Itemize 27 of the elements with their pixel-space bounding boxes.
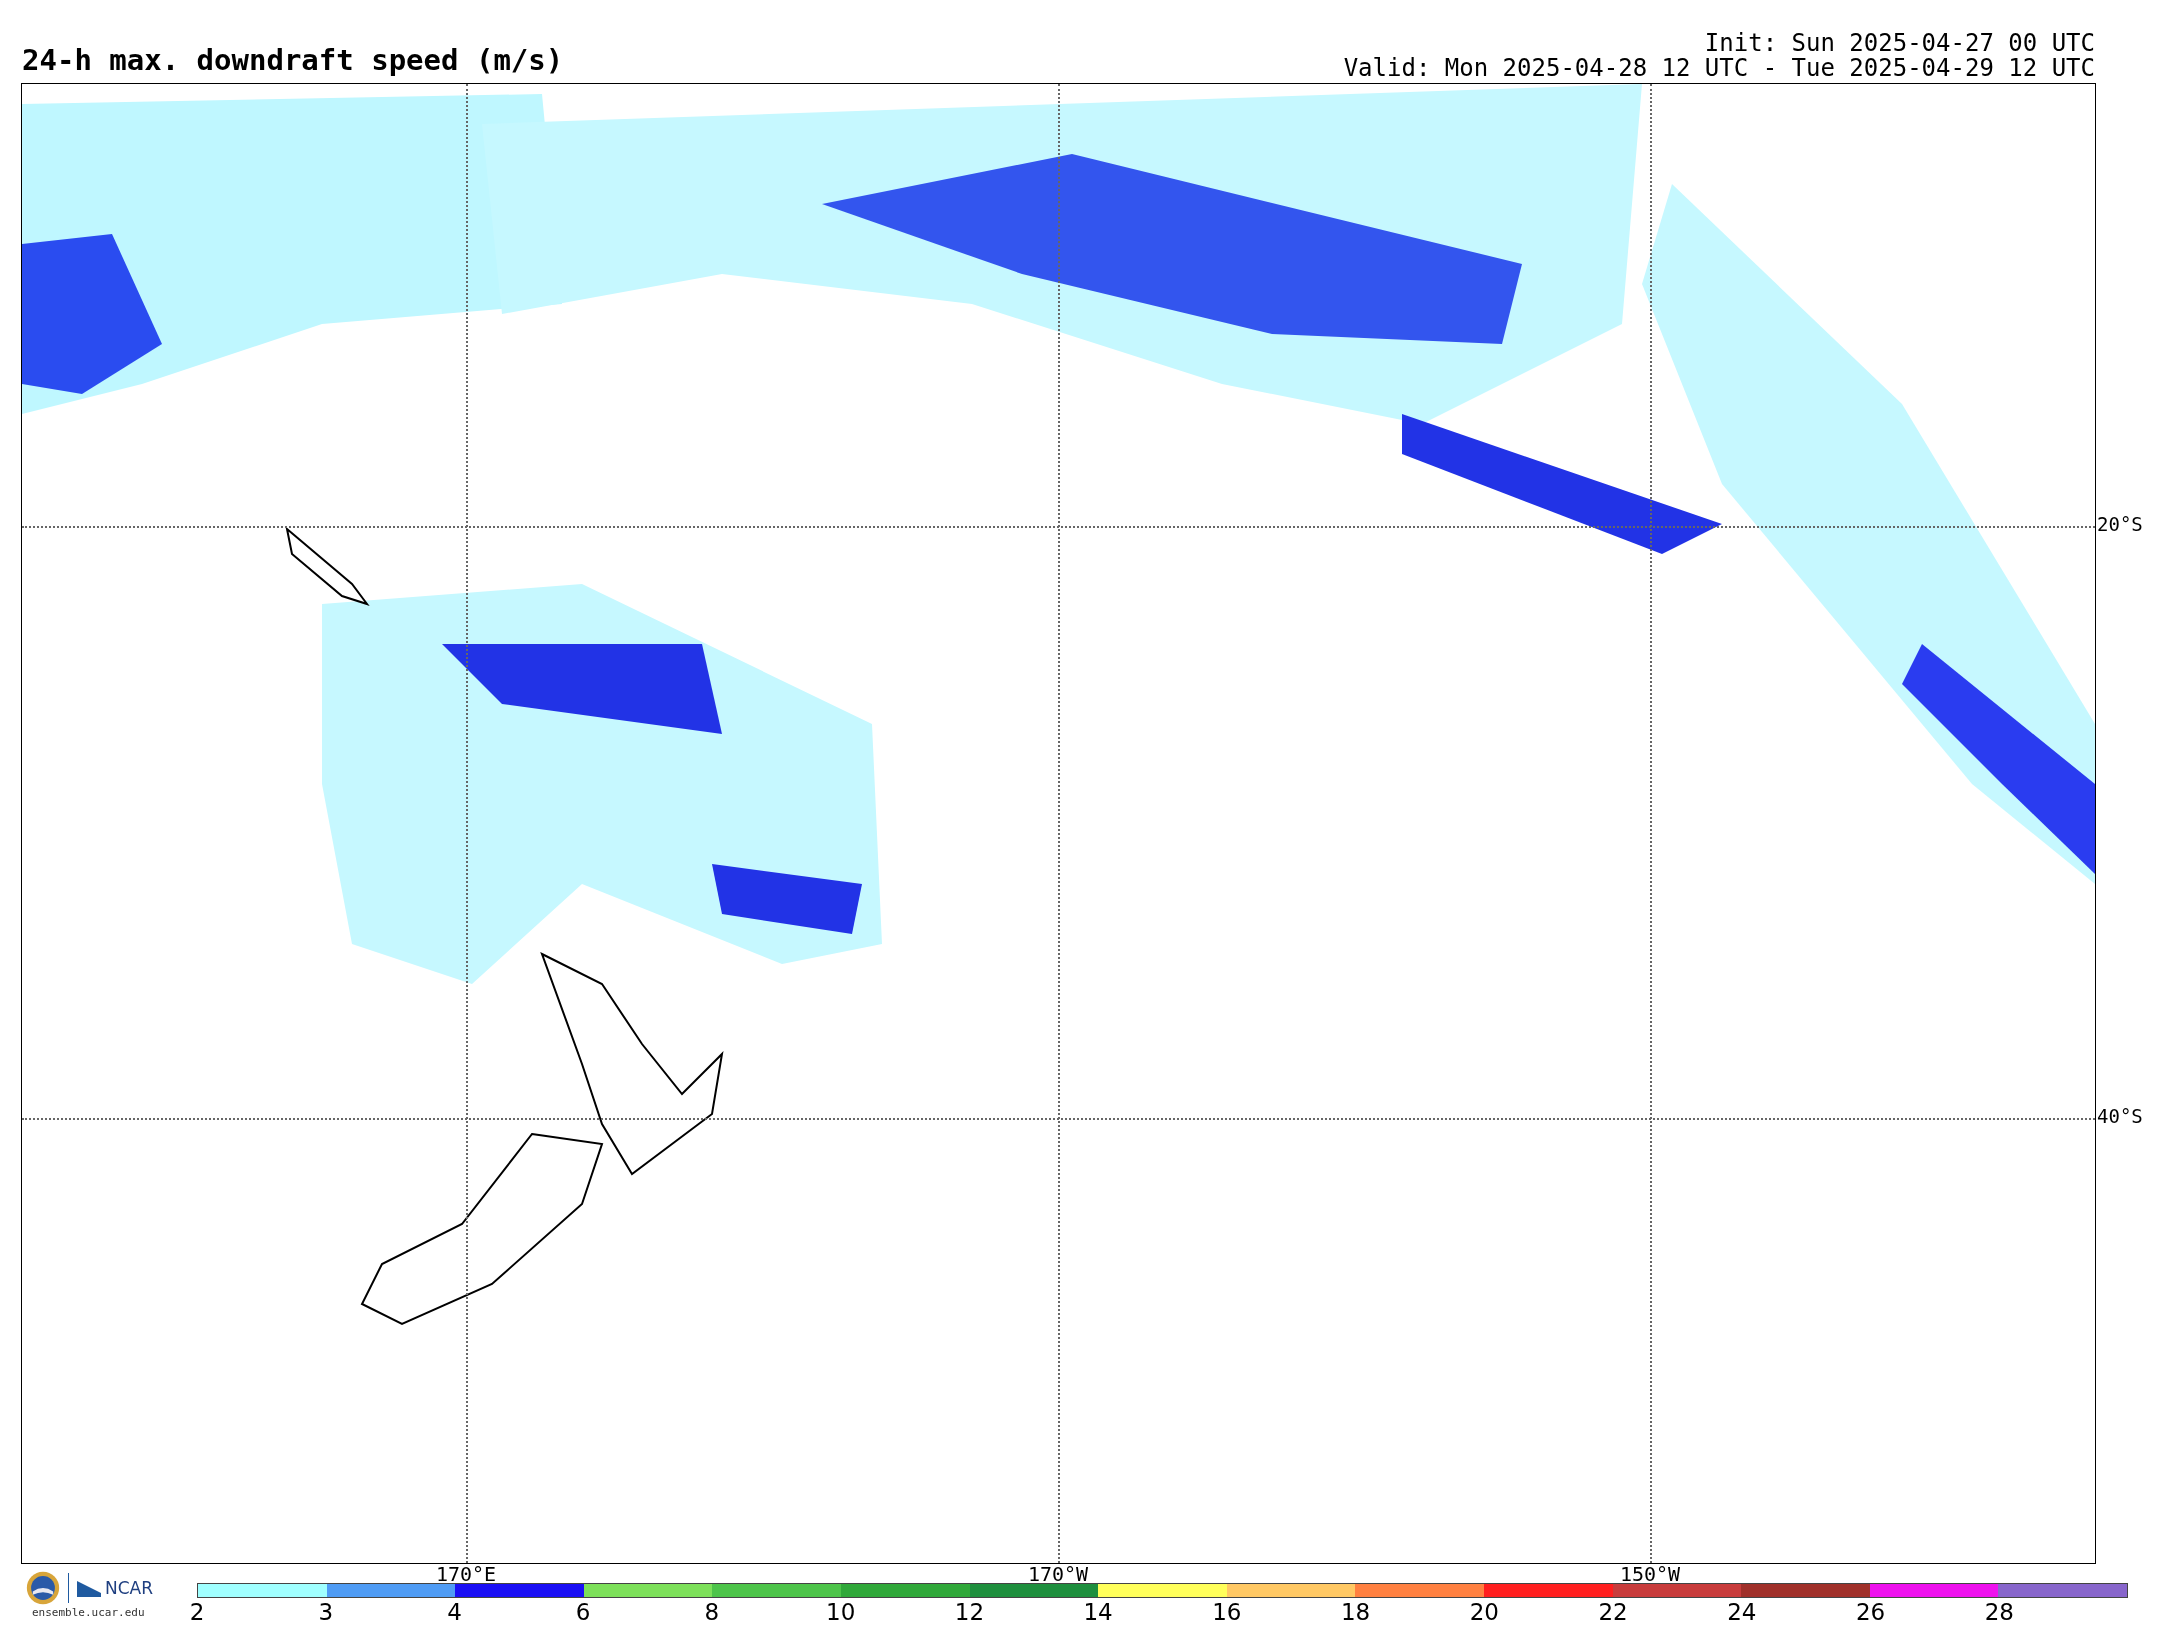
latitude-label: 40°S — [2097, 1105, 2143, 1127]
website-text: ensemble.ucar.edu — [31, 1606, 146, 1619]
scale-label: 4 — [447, 1599, 462, 1625]
scale-label: 16 — [1212, 1599, 1242, 1625]
longitude-label: 150°W — [1619, 1563, 1681, 1585]
scale-label: 6 — [575, 1599, 591, 1625]
scale-label: 10 — [826, 1599, 856, 1625]
scale-label: 28 — [1984, 1599, 2014, 1625]
scale-label: 20 — [1469, 1599, 1499, 1625]
wedge-logo-icon — [77, 1579, 101, 1597]
valid-time: Valid: Mon 2025-04-28 12 UTC - Tue 2025-04-29 12 UTC — [1343, 56, 2095, 81]
scale-label: 26 — [1855, 1599, 1886, 1625]
scale-label: 24 — [1727, 1599, 1757, 1625]
scale-label: 2 — [189, 1599, 205, 1625]
scale-label: 14 — [1083, 1599, 1113, 1625]
longitude-label: 170°W — [1027, 1563, 1089, 1585]
scale-label: 18 — [1340, 1599, 1371, 1625]
seal-logo-icon — [26, 1571, 60, 1605]
logo-text: NCAR — [105, 1578, 154, 1598]
longitude-label: 170°E — [435, 1563, 497, 1585]
init-time: Init: Sun 2025-04-27 00 UTC — [1704, 31, 2095, 56]
scale-label: 3 — [318, 1599, 334, 1625]
scale-label: 22 — [1598, 1599, 1628, 1625]
scale-label: 8 — [704, 1599, 720, 1625]
chart-title: 24-h max. downdraft speed (m/s) — [22, 43, 564, 79]
latitude-label: 20°S — [2097, 513, 2143, 535]
scale-label: 12 — [954, 1599, 985, 1625]
